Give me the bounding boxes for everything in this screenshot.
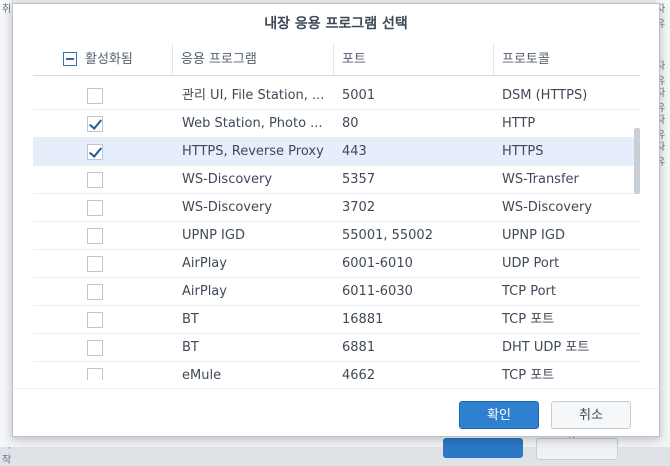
background-left-text: 취 xyxy=(2,4,12,15)
row-checkbox[interactable] xyxy=(87,200,103,216)
row-port: 3702 xyxy=(342,200,376,215)
row-protocol: WS-Transfer xyxy=(502,172,579,187)
row-port: 443 xyxy=(342,144,367,159)
table-row[interactable]: BT 6881 DHT UDP 포트 xyxy=(33,334,640,362)
table-scrollbar[interactable] xyxy=(634,76,642,380)
table-row[interactable]: AirPlay 6001-6010 UDP Port xyxy=(33,250,640,278)
row-app: AirPlay xyxy=(182,256,227,271)
row-port: 6881 xyxy=(342,340,376,355)
table-row[interactable]: WS-Discovery 5357 WS-Transfer xyxy=(33,166,640,194)
row-checkbox[interactable] xyxy=(87,340,103,356)
header-port-label: 포트 xyxy=(342,52,366,67)
row-protocol: WS-Discovery xyxy=(502,200,593,215)
row-checkbox[interactable] xyxy=(87,312,103,328)
scrollbar-thumb[interactable] xyxy=(634,128,640,194)
row-checkbox[interactable] xyxy=(87,256,103,272)
header-protocol-label: 프로토콜 xyxy=(502,52,550,67)
row-port: 80 xyxy=(342,116,359,131)
row-app: WS-Discovery xyxy=(182,200,273,215)
row-checkbox[interactable] xyxy=(87,368,103,380)
ok-button[interactable]: 확인 xyxy=(459,401,539,429)
row-protocol: TCP 포트 xyxy=(502,312,555,327)
row-protocol: TCP Port xyxy=(502,284,556,299)
header-app-label: 응용 프로그램 xyxy=(181,52,257,67)
header-port-column[interactable]: 포트 xyxy=(334,44,494,75)
table-header: 활성화됨 응용 프로그램 포트 프로토콜 xyxy=(33,44,640,76)
header-enabled-label: 활성화됨 xyxy=(85,52,133,67)
cancel-button[interactable]: 취소 xyxy=(551,401,631,429)
table-row[interactable]: 관리 UI, File Station, ... 5001 DSM (HTTPS… xyxy=(33,82,640,110)
table-row[interactable]: eMule 4662 TCP 포트 xyxy=(33,362,640,380)
header-enabled-column[interactable]: 활성화됨 xyxy=(33,44,173,75)
table-row[interactable]: BT 16881 TCP 포트 xyxy=(33,306,640,334)
row-app: BT xyxy=(182,312,199,327)
table-row[interactable]: AirPlay 6011-6030 TCP Port xyxy=(33,278,640,306)
row-app: AirPlay xyxy=(182,284,227,299)
row-port: 4662 xyxy=(342,368,376,380)
select-all-checkbox[interactable] xyxy=(63,52,77,66)
header-app-column[interactable]: 응용 프로그램 xyxy=(173,44,334,75)
row-checkbox[interactable] xyxy=(87,284,103,300)
row-app: HTTPS, Reverse Proxy xyxy=(182,144,324,159)
row-checkbox[interactable] xyxy=(87,88,103,104)
row-port: 6011-6030 xyxy=(342,284,413,299)
app-table-body[interactable]: 관리 UI, File Station, ... 5001 DSM (HTTPS… xyxy=(33,76,640,380)
row-protocol: TCP 포트 xyxy=(502,368,555,380)
row-app: 관리 UI, File Station, ... xyxy=(182,88,325,103)
row-protocol: DHT UDP 포트 xyxy=(502,340,590,355)
row-checkbox[interactable] xyxy=(87,172,103,188)
footer-divider xyxy=(13,388,659,389)
background-ok-button xyxy=(443,438,523,458)
row-protocol: UDP Port xyxy=(502,256,560,271)
row-protocol: UPNP IGD xyxy=(502,228,565,243)
dialog-title: 내장 응용 프로그램 선택 xyxy=(264,16,408,32)
row-app: WS-Discovery xyxy=(182,172,273,187)
row-app: Web Station, Photo ... xyxy=(182,116,323,131)
row-checkbox[interactable] xyxy=(87,228,103,244)
row-port: 5001 xyxy=(342,88,376,103)
row-port: 16881 xyxy=(342,312,384,327)
row-app: BT xyxy=(182,340,199,355)
select-builtin-app-dialog: 내장 응용 프로그램 선택 활성화됨 응용 프로그램 포트 프로토콜 관리 UI… xyxy=(12,3,660,437)
row-checkbox-checked[interactable] xyxy=(87,116,103,132)
table-row-selected[interactable]: HTTPS, Reverse Proxy 443 HTTPS xyxy=(33,138,640,166)
row-protocol: HTTP xyxy=(502,116,536,131)
table-row[interactable]: Web Station, Photo ... 80 HTTP xyxy=(33,110,640,138)
background-cancel-button xyxy=(536,438,618,460)
row-checkbox-checked[interactable] xyxy=(87,144,103,160)
table-row[interactable]: WS-Discovery 3702 WS-Discovery xyxy=(33,194,640,222)
row-app: UPNP IGD xyxy=(182,228,245,243)
table-row[interactable]: UPNP IGD 55001, 55002 UPNP IGD xyxy=(33,222,640,250)
row-port: 6001-6010 xyxy=(342,256,413,271)
row-app: eMule xyxy=(182,368,222,380)
header-protocol-column[interactable]: 프로토콜 xyxy=(494,44,640,75)
row-port: 5357 xyxy=(342,172,376,187)
row-port: 55001, 55002 xyxy=(342,228,433,243)
row-protocol: DSM (HTTPS) xyxy=(502,88,588,103)
row-protocol: HTTPS xyxy=(502,144,544,159)
